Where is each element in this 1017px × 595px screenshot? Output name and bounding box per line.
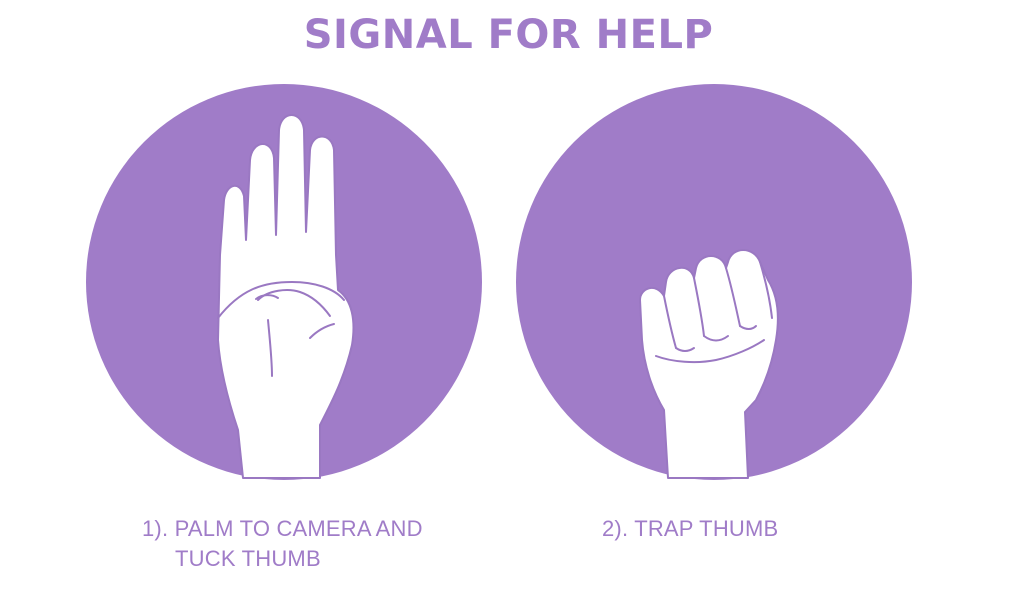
step-2-caption-line1: 2). TRAP THUMB (602, 516, 779, 541)
step-1-caption-line2: TUCK THUMB (175, 546, 321, 571)
step-1-caption: 1). PALM TO CAMERA AND TUCK THUMB (142, 514, 502, 574)
step-1-caption-line1: 1). PALM TO CAMERA AND (142, 516, 423, 541)
step-2-caption: 2). TRAP THUMB (602, 514, 902, 544)
step-1-illustration (86, 84, 482, 480)
illustration (86, 84, 912, 480)
step-2-illustration (516, 84, 912, 480)
